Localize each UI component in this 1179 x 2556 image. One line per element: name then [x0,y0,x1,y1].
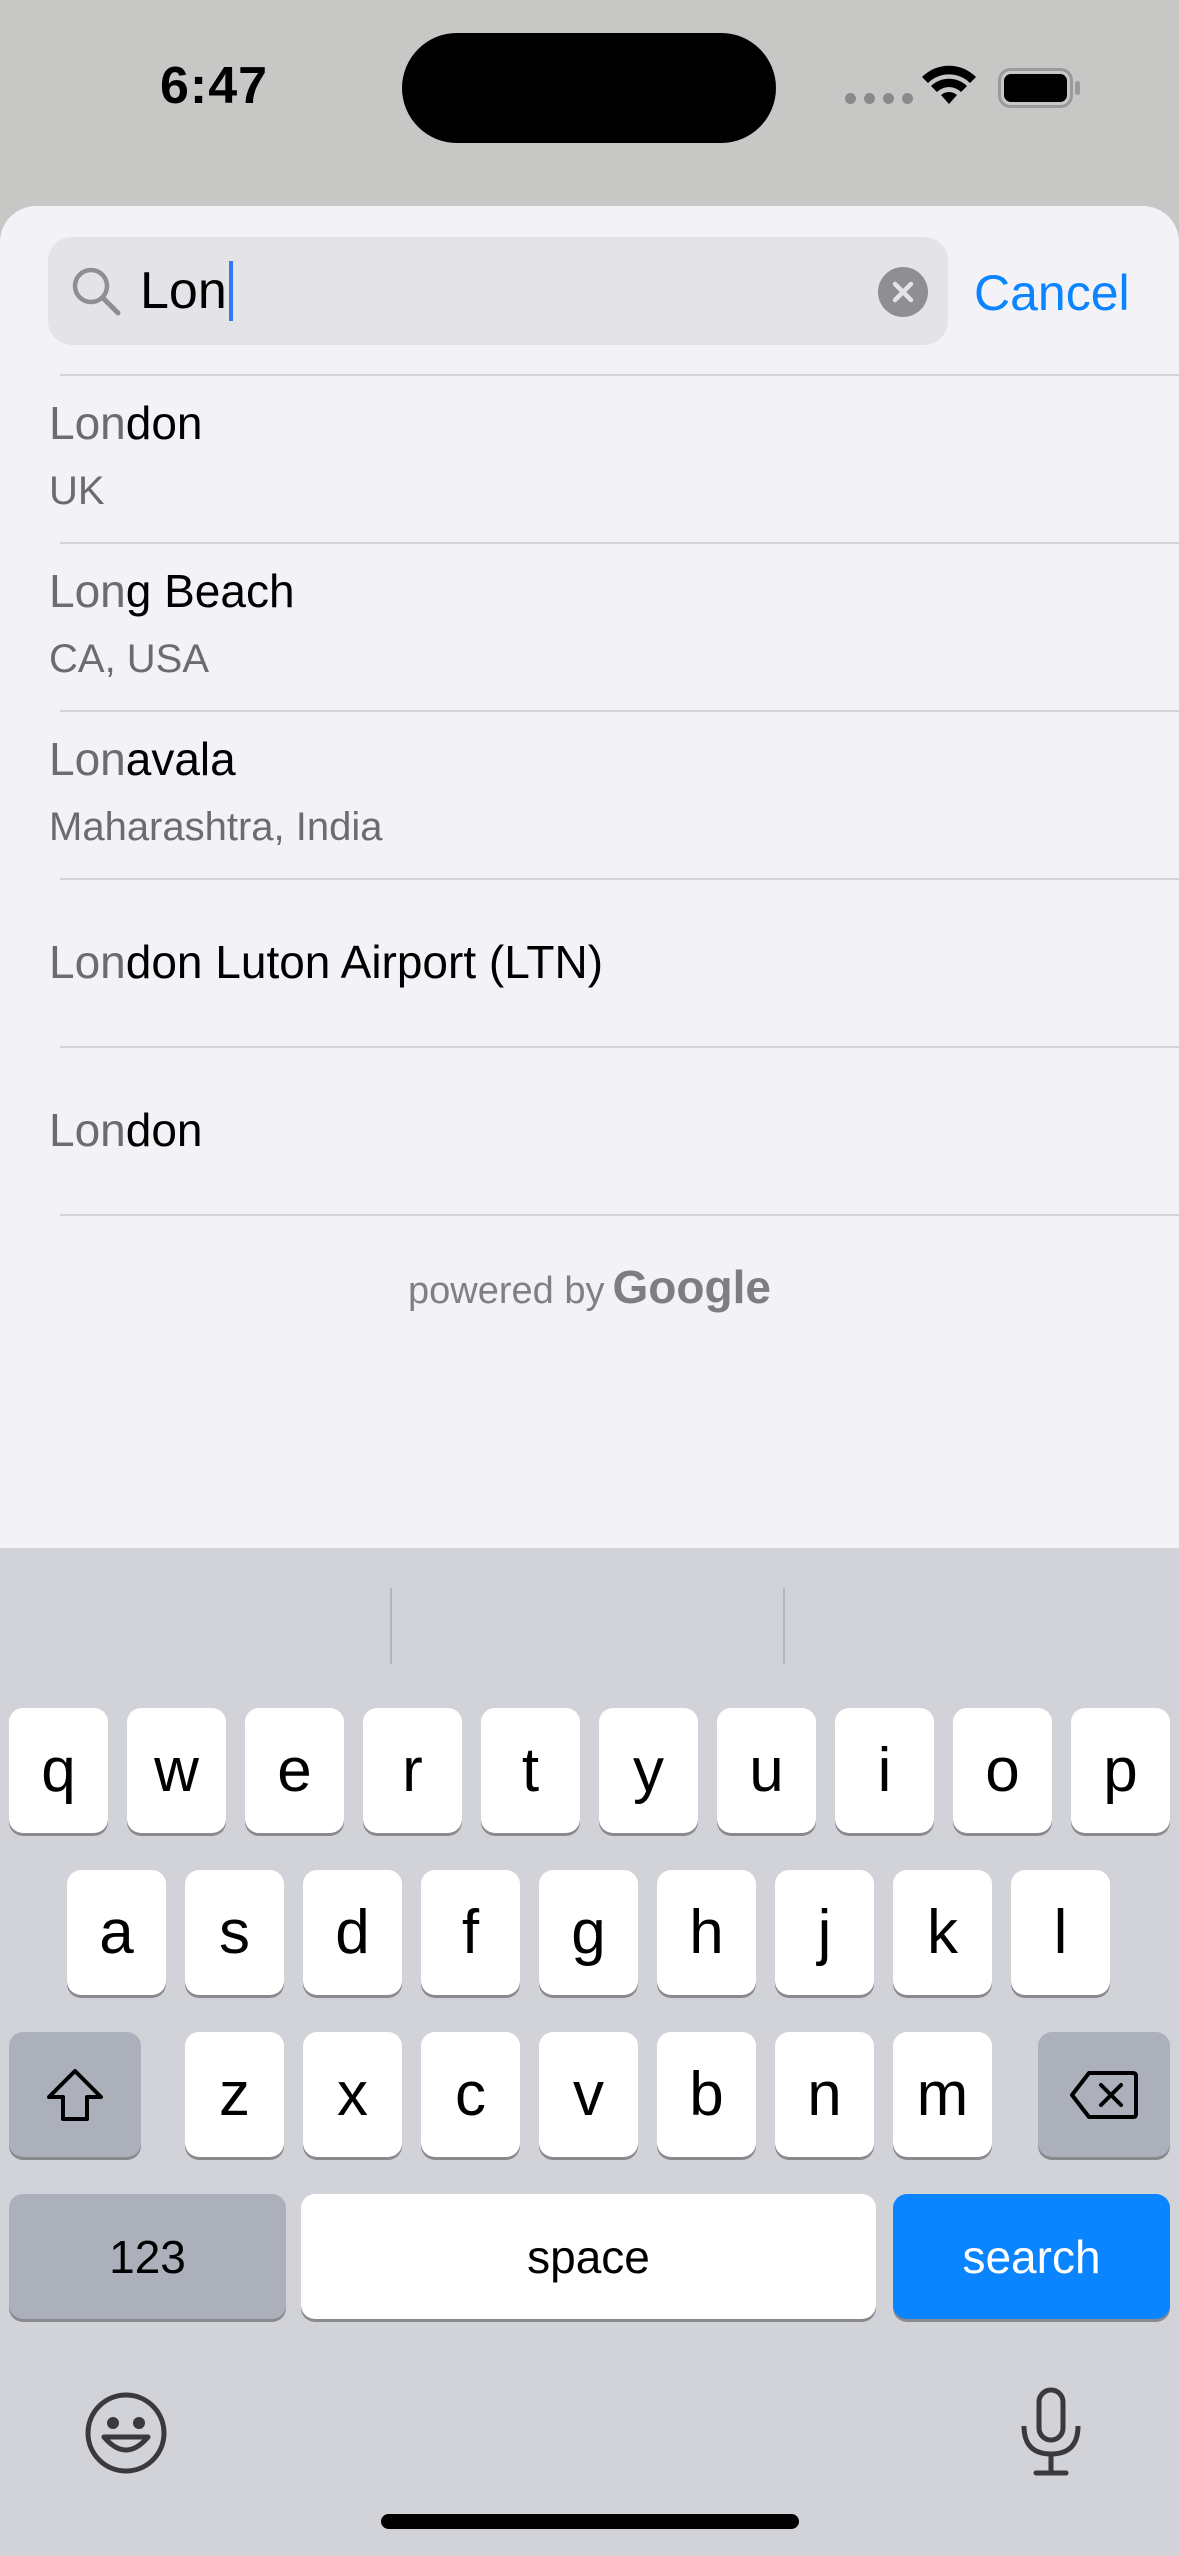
key-h[interactable]: h [657,1870,756,1995]
result-title: London [49,396,203,450]
status-bar: 6:47 [0,0,1179,180]
key-a[interactable]: a [67,1870,166,1995]
emoji-icon[interactable] [84,2391,168,2475]
search-icon [72,267,121,316]
result-match: Lon [49,733,126,785]
wifi-icon [922,65,976,104]
search-sheet: Lon Cancel London UK Long Beach CA, USA … [0,206,1179,1606]
key-y[interactable]: y [599,1708,698,1833]
search-query: Lon [140,262,227,320]
numbers-key[interactable]: 123 [9,2194,286,2319]
attribution-prefix: powered by [408,1270,605,1312]
result-subtitle: UK [49,469,105,513]
key-c[interactable]: c [421,2032,520,2157]
key-d[interactable]: d [303,1870,402,1995]
key-b[interactable]: b [657,2032,756,2157]
key-q[interactable]: q [9,1708,108,1833]
result-match: Lon [49,565,126,617]
result-title: Long Beach [49,564,295,618]
key-e[interactable]: e [245,1708,344,1833]
result-match: Lon [49,397,126,449]
numbers-key-label: 123 [109,2230,186,2283]
key-x[interactable]: x [303,2032,402,2157]
key-k[interactable]: k [893,1870,992,1995]
status-time: 6:47 [160,57,269,115]
result-subtitle: CA, USA [49,637,210,681]
key-f[interactable]: f [421,1870,520,1995]
result-item[interactable]: London Luton Airport (LTN) [49,878,1179,1046]
search-field[interactable]: Lon [48,237,948,345]
key-g[interactable]: g [539,1870,638,1995]
clear-text-icon[interactable] [878,267,928,317]
space-key-label: space [527,2230,650,2283]
result-match: Lon [49,1104,126,1156]
result-rest: don Luton Airport (LTN) [125,936,604,988]
text-caret [228,261,233,321]
cancel-button[interactable]: Cancel [974,264,1130,322]
keyboard: q w e r t y u i o p a s d f g h j k l z … [0,1548,1179,2556]
key-z[interactable]: z [185,2032,284,2157]
key-p[interactable]: p [1071,1708,1170,1833]
result-item[interactable]: Lonavala Maharashtra, India [49,710,1179,878]
result-rest: g Beach [125,565,295,617]
results-list: London UK Long Beach CA, USA Lonavala Ma… [0,374,1179,1216]
key-o[interactable]: o [953,1708,1052,1833]
cellular-signal-icon [845,93,913,104]
result-subtitle: Maharashtra, India [49,805,383,849]
suggestion-divider [390,1588,392,1664]
key-t[interactable]: t [481,1708,580,1833]
google-attribution: powered by Google [0,1260,1179,1314]
key-u[interactable]: u [717,1708,816,1833]
result-item[interactable]: Long Beach CA, USA [49,542,1179,710]
battery-icon [998,68,1080,108]
result-rest: avala [125,733,236,785]
result-rest: don [125,1104,203,1156]
google-logo: Google [612,1261,771,1313]
result-item[interactable]: London UK [49,374,1179,542]
key-l[interactable]: l [1011,1870,1110,1995]
shift-icon [47,2068,103,2121]
microphone-icon[interactable] [1016,2386,1086,2478]
key-m[interactable]: m [893,2032,992,2157]
result-title: London Luton Airport (LTN) [49,935,603,989]
dynamic-island [402,33,776,143]
result-item[interactable]: London [49,1046,1179,1214]
result-title: Lonavala [49,732,236,786]
delete-icon [1070,2070,1138,2119]
home-indicator[interactable] [381,2514,799,2529]
shift-key[interactable] [9,2032,141,2157]
key-i[interactable]: i [835,1708,934,1833]
result-match: Lon [49,936,126,988]
key-v[interactable]: v [539,2032,638,2157]
delete-key[interactable] [1038,2032,1170,2157]
key-j[interactable]: j [775,1870,874,1995]
result-title: London [49,1103,203,1157]
key-s[interactable]: s [185,1870,284,1995]
key-r[interactable]: r [363,1708,462,1833]
suggestion-divider [783,1588,785,1664]
key-n[interactable]: n [775,2032,874,2157]
space-key[interactable]: space [301,2194,876,2319]
divider [60,1214,1179,1216]
search-key[interactable]: search [893,2194,1170,2319]
search-input[interactable]: Lon [140,261,233,321]
key-w[interactable]: w [127,1708,226,1833]
result-rest: don [125,397,203,449]
